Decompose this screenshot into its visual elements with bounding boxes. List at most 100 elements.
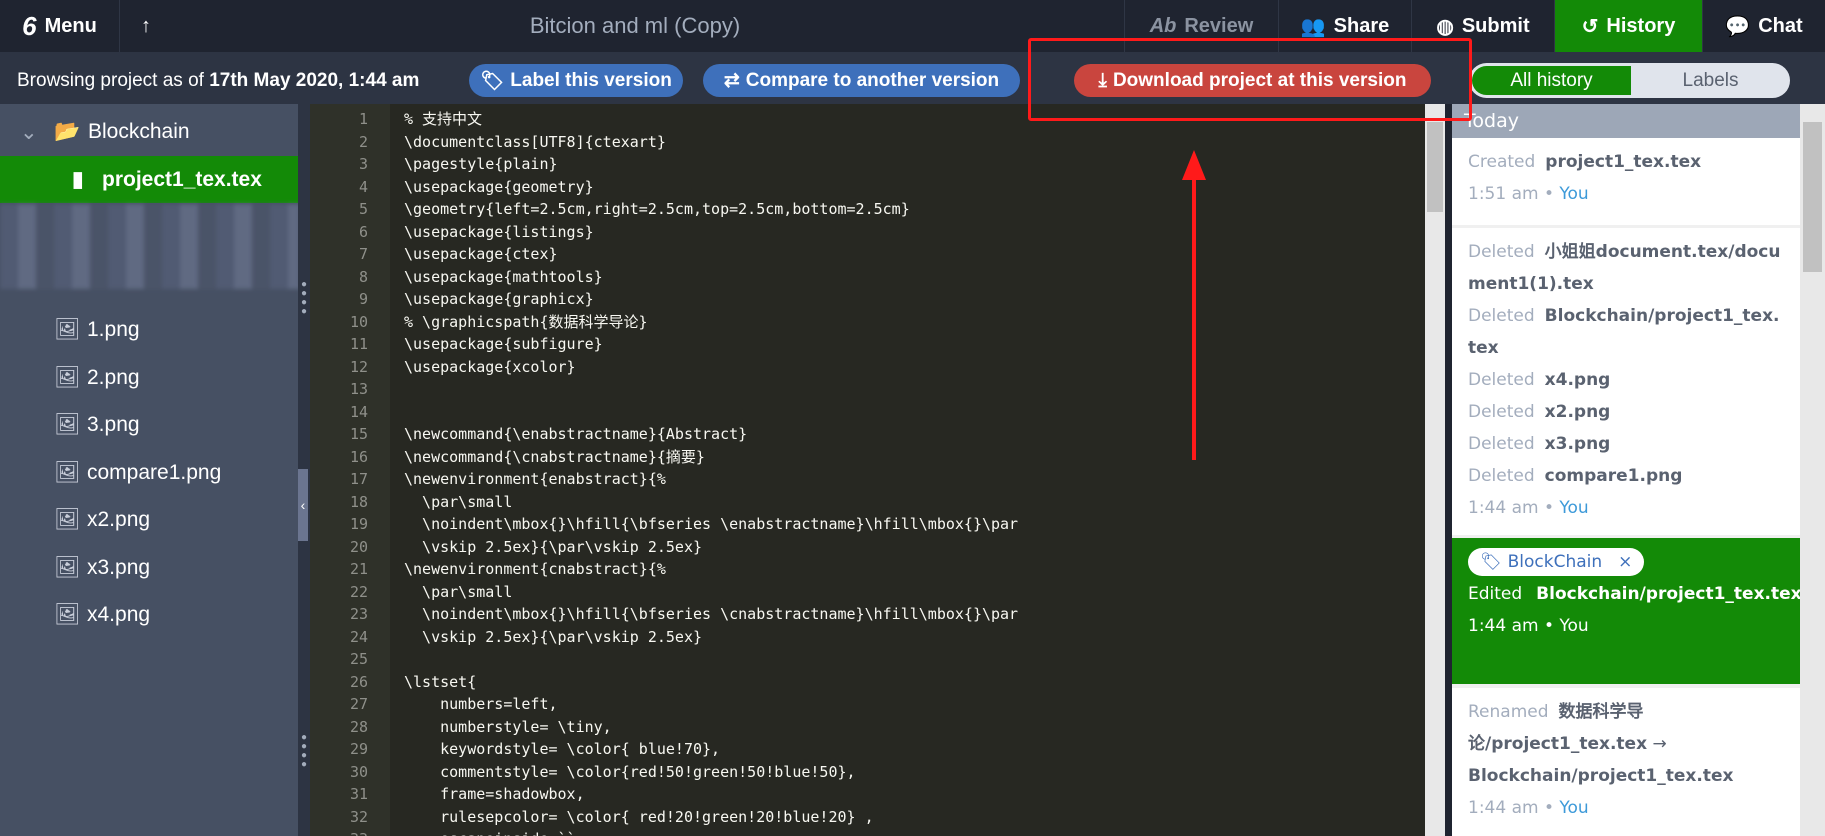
code-text: \newcommand{\enabstractname}{Abstract}: [404, 425, 748, 443]
file-path: x2.png: [1544, 402, 1611, 422]
code-text: \par\small: [404, 492, 513, 511]
line-number: 16: [349, 447, 368, 466]
folder-blockchain[interactable]: ⌄ 📂 Blockchain: [0, 108, 298, 156]
code-text: keywordstyle= \color{ blue!70},: [404, 740, 721, 758]
line-number: 9: [358, 290, 368, 308]
code-line: 11 \usepackage{subfigure}: [310, 333, 1425, 356]
code-text: % 支持中文: [404, 110, 483, 128]
line-number: 4: [358, 177, 368, 196]
code-line: 7 \usepackage{ctex}: [310, 243, 1425, 266]
history-button[interactable]: ↺ History: [1554, 0, 1702, 52]
line-number: 26: [349, 672, 368, 691]
chat-button[interactable]: 💬 Chat: [1702, 0, 1825, 52]
menu-button[interactable]: 6 Menu: [0, 0, 120, 52]
tag-icon: 🏷: [480, 70, 505, 92]
code-text: \noindent\mbox{}\hfill{\bfseries \enabst…: [404, 515, 1019, 533]
compare-version-button[interactable]: ⇄ Compare to another version: [703, 64, 1020, 97]
collapse-sidebar-button[interactable]: ‹: [298, 469, 308, 541]
labels-tab[interactable]: Labels: [1631, 63, 1790, 98]
file-item[interactable]: 🖼 compare1.png: [0, 449, 298, 497]
code-text: \usepackage{listings}: [404, 222, 594, 241]
code-text: \vskip 2.5ex}{\par\vskip 2.5ex}: [404, 627, 703, 646]
line-number: 29: [349, 740, 368, 758]
user: You: [1559, 184, 1589, 204]
history-entry[interactable]: Created project1_tex.tex 1:51 am • You: [1452, 138, 1800, 225]
back-to-projects-button[interactable]: ↑: [121, 0, 171, 52]
change-item: Deleted x3.png: [1468, 428, 1784, 460]
file-name: 1.png: [87, 318, 140, 341]
line-number: 6: [358, 222, 368, 241]
file-path: Blockchain/project1_tex.tex: [1536, 584, 1802, 604]
file-item[interactable]: 🖼 1.png: [0, 306, 298, 354]
file-active[interactable]: ▮ project1_tex.tex: [0, 156, 298, 203]
separator: •: [1538, 184, 1560, 204]
history-entry[interactable]: Deleted 小姐姐document.tex/document1(1).tex D…: [1452, 228, 1800, 535]
code-text: \usepackage{subfigure}: [404, 335, 603, 353]
separator: •: [1538, 498, 1560, 518]
change-item: Deleted x4.png: [1468, 364, 1784, 396]
all-history-tab[interactable]: All history: [1472, 66, 1631, 95]
submit-label: Submit: [1461, 14, 1530, 37]
user: You: [1559, 498, 1589, 518]
file-item[interactable]: 🖼 3.png: [0, 401, 298, 449]
history-panel: Today Created project1_tex.tex 1:51 am • …: [1452, 104, 1802, 836]
file-item[interactable]: 🖼 x4.png: [0, 591, 298, 639]
file-name: 2.png: [87, 365, 140, 389]
history-scrollbar[interactable]: [1800, 104, 1825, 836]
code-line: 21 \newenvironment{cnabstract}{%: [310, 558, 1425, 581]
action: Renamed: [1468, 702, 1549, 722]
sidebar-resizer[interactable]: ● ● ● ● ‹ ● ● ● ●: [298, 104, 310, 836]
folder-open-icon: 📂: [54, 120, 81, 143]
action: Deleted: [1468, 402, 1535, 422]
code-text: \usepackage{geometry}: [404, 177, 594, 196]
menu-label: Menu: [44, 14, 97, 37]
file-item[interactable]: 🖼 x3.png: [0, 544, 298, 592]
code-text: commentstyle= \color{red!50!green!50!blu…: [404, 762, 856, 781]
action: Deleted: [1468, 242, 1535, 262]
code-line: 2 \documentclass[UTF8]{ctexart}: [310, 131, 1425, 154]
label-version-button[interactable]: 🏷 Label this version: [469, 64, 683, 97]
globe-icon: ◍: [1436, 15, 1454, 38]
remove-label-icon[interactable]: ×: [1618, 546, 1632, 578]
code-line: 26 \lstset{: [310, 671, 1425, 694]
history-entry[interactable]: Renamed 数据科学导论/project1_tex.tex → Blockch…: [1452, 688, 1800, 836]
code-line: 27 numbers=left,: [310, 693, 1425, 716]
history-entry-selected[interactable]: 🏷 BlockChain × Edited Blockchain/project1_…: [1452, 538, 1802, 684]
change-item: Deleted compare1.png: [1468, 460, 1784, 492]
line-number: 31: [349, 785, 368, 803]
code-line: 6 \usepackage{listings}: [310, 221, 1425, 244]
top-toolbar: 6 Menu ↑ Bitcion and ml (Copy) Ab Review …: [0, 0, 1825, 52]
all-history-label: All history: [1510, 69, 1593, 91]
file-icon: ▮: [72, 168, 84, 191]
scroll-thumb[interactable]: [1803, 122, 1822, 272]
code-line: 20 \vskip 2.5ex}{\par\vskip 2.5ex}: [310, 536, 1425, 559]
image-icon: 🖼: [54, 318, 81, 341]
users-icon: 👥: [1300, 15, 1326, 38]
code-text: \par\small: [404, 582, 513, 601]
file-name: x4.png: [87, 603, 151, 626]
chat-label: Chat: [1758, 14, 1803, 37]
separator: •: [1538, 798, 1560, 818]
code-editor[interactable]: 1 % 支持中文 2 \documentclass[UTF8]{ctexart} 3 \p…: [310, 104, 1425, 836]
label-version-label: Label this version: [510, 69, 672, 91]
code-line: 15 \newcommand{\enabstractname}{Abstract}: [310, 423, 1425, 446]
line-number: 25: [349, 650, 368, 668]
file-item[interactable]: 🖼 2.png: [0, 354, 298, 402]
file-item[interactable]: 🖼 x2.png: [0, 496, 298, 544]
line-number: 12: [349, 357, 368, 376]
editor-scrollbar[interactable]: [1425, 104, 1445, 836]
label-name: BlockChain: [1507, 552, 1603, 572]
code-line: 10 % \graphicspath{数据科学导论}: [310, 311, 1425, 334]
chat-icon: 💬: [1725, 15, 1751, 38]
action: Deleted: [1468, 466, 1535, 486]
overleaf-logo-icon: 6: [22, 10, 37, 41]
action: Deleted: [1468, 434, 1535, 454]
scroll-thumb[interactable]: [1427, 122, 1443, 212]
change-item: Deleted 小姐姐document.tex/document1(1).tex: [1468, 236, 1784, 300]
code-line: 23 \noindent\mbox{}\hfill{\bfseries \cna…: [310, 603, 1425, 626]
history-icon: ↺: [1581, 15, 1599, 38]
line-number: 7: [358, 245, 368, 263]
history-view-toggle: All history Labels: [1469, 63, 1790, 98]
code-text: \usepackage{ctex}: [404, 245, 558, 263]
history-toolbar: Browsing project as of 17th May 2020, 1:…: [0, 52, 1825, 104]
